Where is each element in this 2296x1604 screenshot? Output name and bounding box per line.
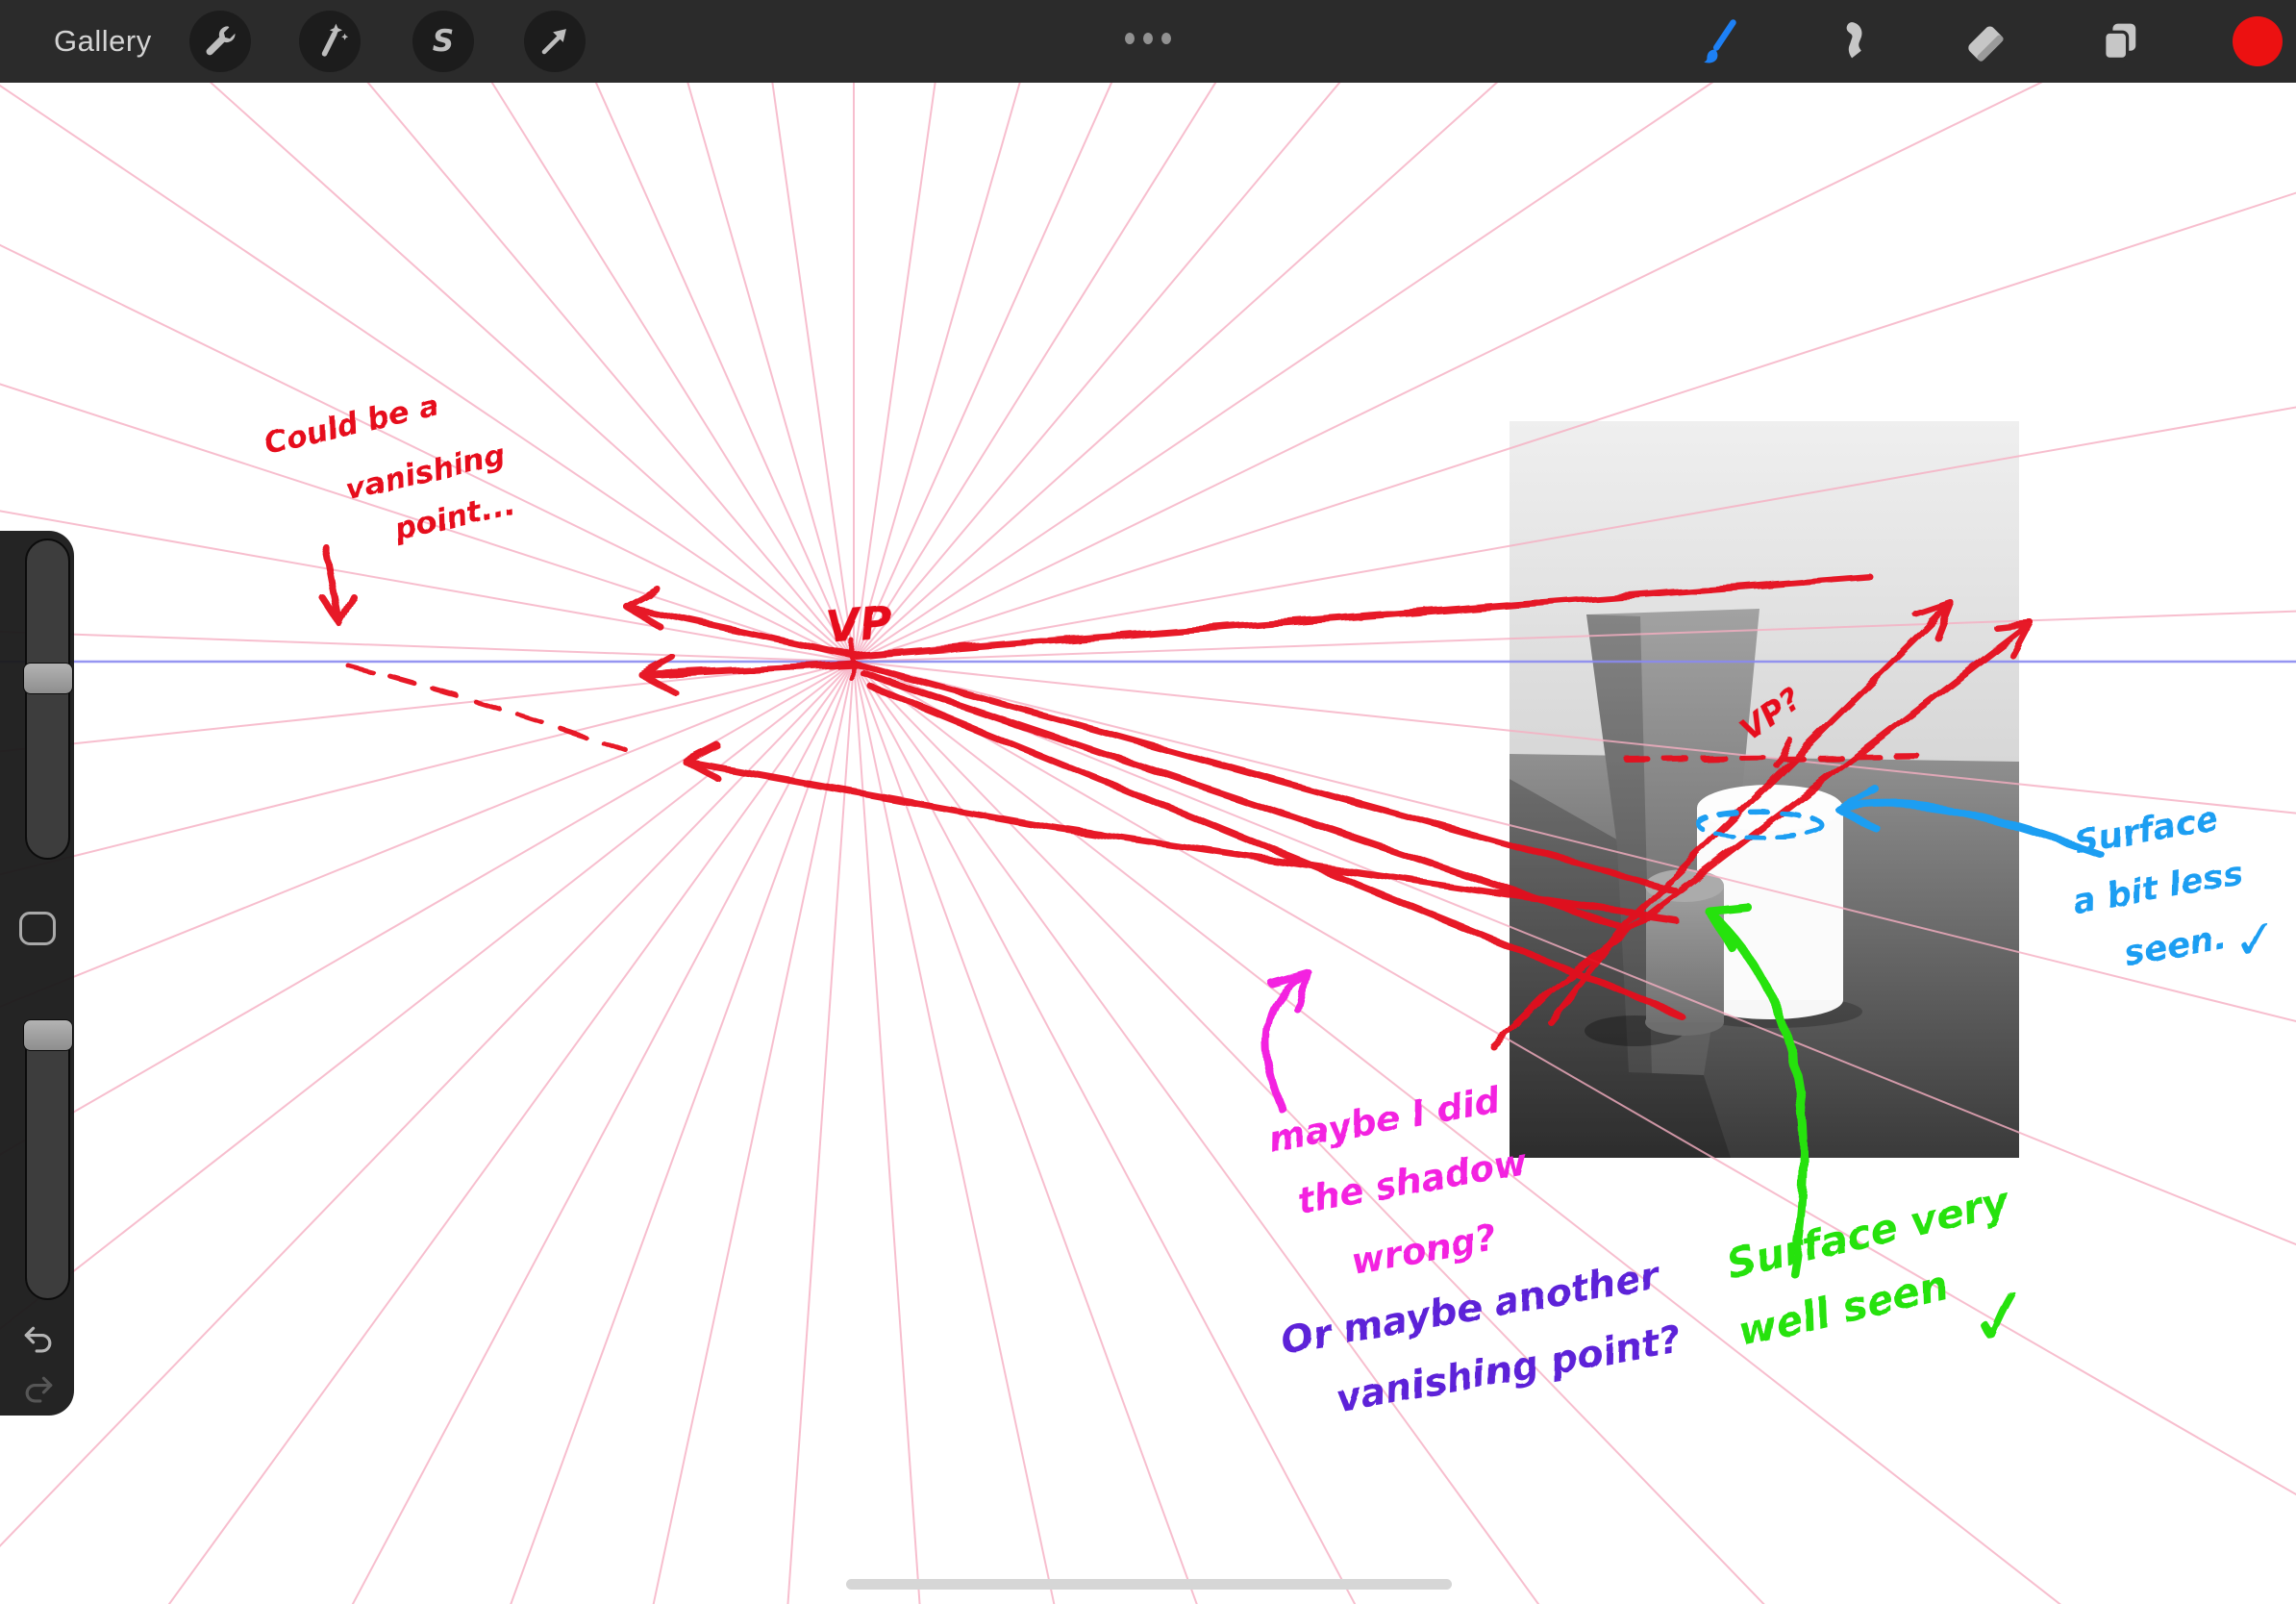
adjustments-button[interactable] [299, 11, 361, 72]
brush-size-handle[interactable] [23, 663, 73, 694]
gallery-button[interactable]: Gallery [54, 0, 152, 83]
svg-text:Could be a: Could be a [262, 388, 442, 462]
brush-sidebar [0, 531, 74, 1416]
redo-icon [27, 1378, 51, 1401]
undo-icon [26, 1328, 50, 1351]
magenta-note: maybe I did the shadow wrong? [1265, 1079, 1531, 1283]
redo-button[interactable] [19, 1371, 58, 1410]
eraser-icon [1960, 16, 2010, 66]
brush-size-slider[interactable] [25, 539, 70, 860]
paint-tool-button[interactable] [1687, 14, 1741, 68]
svg-text:maybe I did: maybe I did [1265, 1079, 1504, 1161]
svg-text:Surface: Surface [2072, 799, 2221, 863]
layers-icon [2095, 16, 2145, 66]
svg-text:S: S [433, 24, 454, 59]
opacity-slider[interactable] [25, 1019, 70, 1300]
purple-note: Or maybe another vanishing point? [1278, 1254, 1685, 1421]
wrench-icon [199, 20, 241, 63]
blue-check: ✓ [2230, 907, 2284, 975]
home-indicator[interactable] [846, 1579, 1452, 1590]
transform-arrow-icon [534, 20, 576, 63]
vp-label: VP [823, 595, 894, 653]
svg-text:a bit less: a bit less [2070, 854, 2246, 922]
opacity-handle[interactable] [23, 1019, 73, 1051]
erase-tool-button[interactable] [1959, 14, 2012, 68]
canvas-options-button[interactable] [1125, 33, 1171, 44]
color-swatch-button[interactable] [2233, 16, 2283, 66]
smudge-tool-button[interactable] [1824, 14, 1878, 68]
layers-button[interactable] [2093, 14, 2147, 68]
drawing-canvas[interactable]: Could be a vanishing point... VP VP? may… [0, 0, 2296, 1604]
brush-icon [1689, 16, 1739, 66]
undo-button[interactable] [19, 1321, 58, 1360]
svg-text:point...: point... [391, 487, 518, 548]
green-note: Surface very well seen ✓ [1722, 1177, 2039, 1366]
svg-text:the shadow: the shadow [1294, 1140, 1531, 1221]
blue-note: Surface a bit less seen. ✓ [2070, 799, 2284, 975]
smudge-icon [1826, 16, 1876, 66]
selection-button[interactable]: S [412, 11, 474, 72]
actions-button[interactable] [189, 11, 251, 72]
procreate-app: Could be a vanishing point... VP VP? may… [0, 0, 2296, 1604]
svg-text:seen.: seen. [2122, 918, 2230, 974]
top-toolbar: Gallery S [0, 0, 2296, 83]
green-check: ✓ [1960, 1266, 2039, 1366]
svg-text:wrong?: wrong? [1348, 1216, 1499, 1283]
transform-button[interactable] [524, 11, 586, 72]
magenta-annotation-strokes [1266, 972, 1308, 1110]
magic-wand-icon [309, 20, 351, 63]
selection-s-icon: S [422, 20, 464, 63]
modify-button[interactable] [19, 912, 56, 945]
svg-text:Surface very: Surface very [1722, 1177, 2014, 1288]
